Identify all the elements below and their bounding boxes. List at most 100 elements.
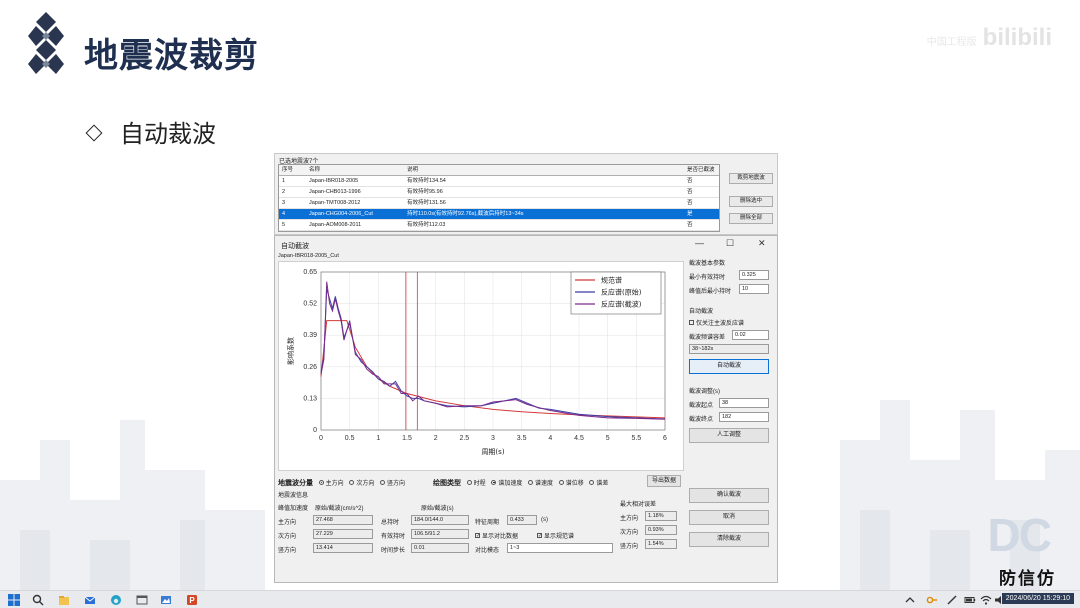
total-duration-label: 总持时 xyxy=(381,520,400,526)
x-tick-label: 3 xyxy=(491,435,495,442)
checkbox-label: 仅关注主波反应谱 xyxy=(696,321,745,327)
x-tick-label: 2.5 xyxy=(459,435,469,442)
checkbox-checked-icon: ✓ xyxy=(537,532,543,539)
radio-vertical[interactable]: 竖方向 xyxy=(380,479,406,487)
x-tick-label: 4.5 xyxy=(574,435,584,442)
radio-main[interactable]: 主方向 xyxy=(318,479,344,487)
chevron-up-icon[interactable] xyxy=(904,594,916,606)
auto-cut-button[interactable]: 自动截波 xyxy=(689,359,769,374)
edge-browser-icon[interactable] xyxy=(110,594,122,606)
bilibili-watermark: 中国工程版 bilibili xyxy=(927,24,1052,52)
delete-selected-button[interactable]: 删除选中 xyxy=(729,196,773,207)
header-index[interactable]: 序号 xyxy=(282,165,293,175)
min-eff-input[interactable]: 0.325 xyxy=(739,270,769,280)
header-name[interactable]: 名称 xyxy=(309,165,320,175)
manual-adjust-button[interactable]: 人工调整 xyxy=(689,428,769,443)
header-cut[interactable]: 是否已截波 xyxy=(687,165,715,175)
app-window-icon[interactable] xyxy=(136,594,148,606)
min-after-input[interactable]: 10 xyxy=(739,284,769,294)
radio-spec-acc[interactable]: 谱加速度 xyxy=(491,479,523,487)
checkbox-icon xyxy=(689,319,694,325)
table-row[interactable]: 5 Japan-AOM008-2011 有效持时112.03 否 xyxy=(279,220,719,231)
info-section-label: 地震波信息 xyxy=(278,493,309,499)
err-main-value: 1.18% xyxy=(645,511,677,521)
cut-end-input[interactable]: 182 xyxy=(719,412,769,422)
radio-spec-disp[interactable]: 谱位移 xyxy=(558,479,584,487)
table-row[interactable]: 3 Japan-TMT008-2012 有效持时131.56 否 xyxy=(279,198,719,209)
cut-start-input[interactable]: 38 xyxy=(719,398,769,408)
radio-label: 谱加速度 xyxy=(498,481,523,487)
err-second-label: 次方向 xyxy=(620,530,639,536)
min-eff-label: 最小有效持时 xyxy=(689,275,726,281)
row-name: Japan-CHB013-1996 xyxy=(309,189,361,195)
main-wave-checkbox[interactable]: 仅关注主波反应谱 xyxy=(689,318,744,327)
y-tick-label: 0.65 xyxy=(303,269,317,276)
confirm-cut-button[interactable]: 确认截波 xyxy=(689,488,769,503)
windows-start-icon[interactable] xyxy=(8,594,20,606)
close-button[interactable]: ✕ xyxy=(758,238,766,249)
y-tick-label: 0.26 xyxy=(303,364,317,371)
radio-spec-diff[interactable]: 谱差 xyxy=(589,479,608,487)
compare-mode-input[interactable]: 1~3 xyxy=(507,543,613,553)
taskbar-clock[interactable]: 2024/06/20 15:29:10 xyxy=(1001,593,1074,604)
y-tick-label: 0.39 xyxy=(303,332,317,339)
component-radio-group: 地震波分量 主方向 次方向 竖方向 xyxy=(278,478,409,488)
radio-dot-icon xyxy=(558,479,564,485)
pen-icon[interactable] xyxy=(946,594,958,606)
time-step-value: 0.01 xyxy=(411,543,469,553)
powerpoint-icon[interactable]: P xyxy=(186,594,198,606)
delete-all-button[interactable]: 删除全部 xyxy=(729,213,773,224)
mail-icon[interactable] xyxy=(84,594,96,606)
row-cut: 否 xyxy=(687,222,693,228)
radio-dot-icon xyxy=(380,479,386,485)
table-row-selected[interactable]: 4 Japan-CHG004-2006_Cut 持时110.0s(有效持时92.… xyxy=(279,209,719,220)
component-label: 地震波分量 xyxy=(278,480,313,487)
radio-timehistory[interactable]: 时程 xyxy=(466,479,486,487)
clear-cut-button[interactable]: 清除截波 xyxy=(689,532,769,547)
dir-main-label: 主方向 xyxy=(278,520,297,526)
cut-wave-button[interactable]: 裁剪地震波 xyxy=(729,173,773,184)
battery-icon[interactable] xyxy=(964,594,976,606)
file-explorer-icon[interactable] xyxy=(58,594,70,606)
x-tick-label: 6 xyxy=(663,435,667,442)
x-tick-label: 5 xyxy=(606,435,610,442)
radio-second[interactable]: 次方向 xyxy=(349,479,374,487)
maximize-button[interactable]: ☐ xyxy=(726,238,734,249)
table-row[interactable]: 1 Japan-IBR018-2005 有效持时134.54 否 xyxy=(279,176,719,187)
x-tick-label: 0.5 xyxy=(345,435,355,442)
bullet-text: 自动裁波 xyxy=(120,120,216,148)
x-tick-label: 4 xyxy=(548,435,552,442)
peak-second-value: 27.229 xyxy=(313,529,373,539)
minimize-button[interactable]: — xyxy=(695,238,704,248)
diamond-bullet-icon xyxy=(85,124,103,142)
checkbox-checked-icon: ✓ xyxy=(475,532,481,539)
radio-dot-icon xyxy=(491,479,497,485)
radio-label: 竖方向 xyxy=(387,481,406,487)
photos-icon[interactable] xyxy=(160,594,172,606)
show-code-checkbox[interactable]: ✓ 显示规范谱 xyxy=(537,531,574,540)
radio-dot-icon xyxy=(528,479,534,485)
radio-label: 时程 xyxy=(473,481,486,487)
y-tick-label: 0.13 xyxy=(303,395,317,402)
tolerance-input[interactable]: 0.02 xyxy=(732,330,769,340)
cut-end-label: 截波终点 xyxy=(689,417,714,423)
radio-spec-vel[interactable]: 谱速度 xyxy=(528,479,553,487)
params-section-label: 截波基本参数 xyxy=(689,261,726,267)
table-row[interactable]: 2 Japan-CHB013-1996 有效持时95.96 否 xyxy=(279,187,719,198)
x-tick-label: 3.5 xyxy=(517,435,527,442)
legend-label: 反应谱(截波) xyxy=(601,300,642,309)
header-desc[interactable]: 说明 xyxy=(407,165,418,175)
x-tick-label: 1.5 xyxy=(402,435,412,442)
software-screenshot: 已选地震波7个 序号 名称 说明 是否已截波 1 Japan-IBR018-20… xyxy=(274,153,778,583)
show-compare-checkbox[interactable]: ✓ 显示对比数据 xyxy=(475,531,518,540)
wifi-icon[interactable] xyxy=(980,594,992,606)
table-header: 序号 名称 说明 是否已截波 xyxy=(279,165,719,176)
search-icon[interactable] xyxy=(32,594,44,606)
company-logo xyxy=(28,12,64,74)
err-main-label: 主方向 xyxy=(620,516,639,522)
cancel-button[interactable]: 取消 xyxy=(689,510,769,525)
watermark-brand: bilibili xyxy=(982,24,1052,51)
max-error-label: 最大相对误差 xyxy=(620,502,657,508)
export-data-button[interactable]: 导出数据 xyxy=(647,475,681,487)
key-icon[interactable] xyxy=(926,594,938,606)
